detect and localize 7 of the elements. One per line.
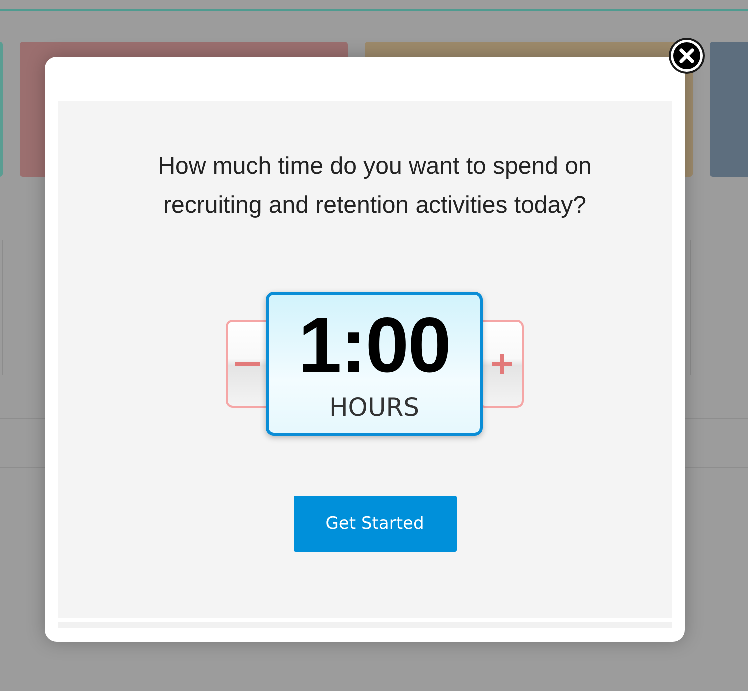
minus-icon — [235, 362, 260, 366]
close-button[interactable] — [669, 38, 705, 74]
time-value: 1:00 — [298, 303, 451, 387]
get-started-button[interactable]: Get Started — [294, 496, 456, 552]
plus-icon — [492, 354, 512, 374]
question-text: How much time do you want to spend on recruiting and retention activities today? — [157, 152, 593, 221]
unit-label: HOURS — [329, 393, 420, 423]
